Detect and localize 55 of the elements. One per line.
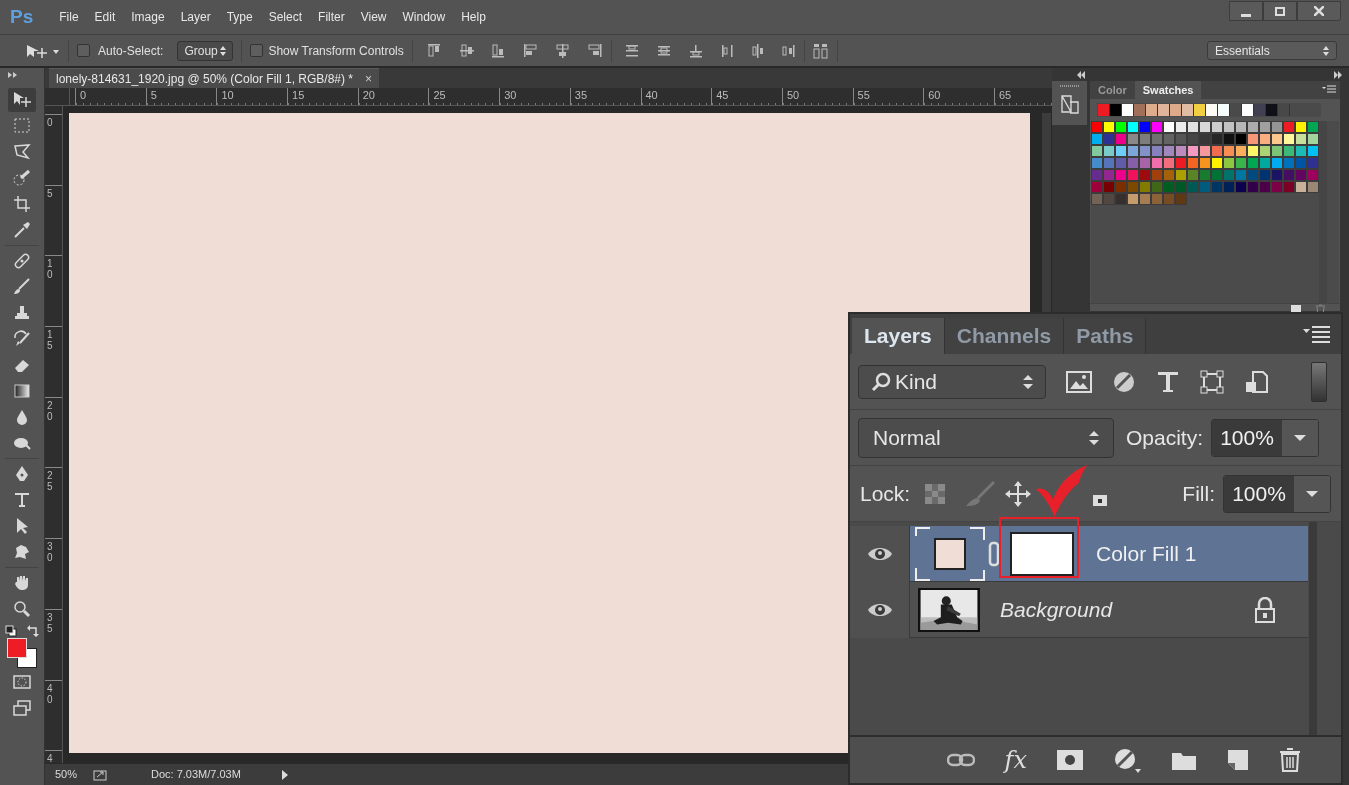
ruler-label: 10	[47, 258, 54, 281]
ruler-label: 35	[573, 88, 589, 102]
panel-tab[interactable]: Layers	[852, 318, 945, 354]
target-dropdown[interactable]: Group	[177, 40, 234, 61]
layer-row[interactable]: Background	[850, 582, 1308, 638]
lock-label: Lock:	[860, 480, 911, 507]
ruler-label: 5	[47, 187, 54, 199]
close-tab-button[interactable]: ×	[365, 69, 373, 88]
ruler-label: 20	[47, 399, 54, 422]
menu-item[interactable]: Image	[123, 5, 173, 29]
ruler-label: 20	[361, 88, 376, 102]
ruler-label: 60	[927, 88, 942, 102]
menu-item[interactable]: View	[352, 5, 395, 29]
menu-item[interactable]: Edit	[86, 5, 124, 29]
layer-style-button[interactable]: fx	[1004, 748, 1027, 772]
ruler-label: 0	[79, 88, 88, 102]
app-logo: Ps	[10, 4, 34, 29]
panel-tab[interactable]: Swatches	[1134, 81, 1202, 99]
transform-controls-label: Show Transform Controls	[268, 42, 404, 60]
ruler-label: 25	[432, 88, 447, 102]
menu-item[interactable]: Filter	[310, 5, 353, 29]
menu-item[interactable]: Layer	[172, 5, 219, 29]
layer-row[interactable]: Color Fill 1	[850, 526, 1308, 582]
ruler-label: 55	[856, 88, 871, 102]
ruler-label: 65	[997, 88, 1013, 102]
menu-item[interactable]: Select	[260, 5, 311, 29]
filter-kind-dropdown[interactable]: Kind	[858, 364, 1046, 399]
menu-item[interactable]: Help	[453, 5, 494, 29]
ruler-label: 15	[291, 88, 306, 102]
ruler-label: 15	[47, 329, 54, 352]
ruler-label: 5	[149, 88, 158, 102]
zoom-level[interactable]: 50%	[55, 766, 93, 783]
ruler-label: 40	[644, 88, 659, 102]
workspace-dropdown[interactable]: Essentials	[1207, 41, 1337, 60]
ruler-label: 45	[715, 88, 730, 102]
ruler-label: 4	[47, 753, 54, 763]
blend-mode-dropdown[interactable]: Normal	[858, 417, 1114, 458]
layer-name[interactable]: Color Fill 1	[1096, 537, 1197, 570]
ruler-label: 40	[47, 682, 54, 705]
ruler-label: 25	[47, 470, 54, 493]
document-size: Doc: 7.03M/7.03M	[151, 767, 242, 783]
layer-name[interactable]: Background	[1000, 593, 1113, 626]
menu-item[interactable]: Type	[218, 5, 261, 29]
ruler-label: 0	[47, 117, 54, 128]
menu-item[interactable]: Window	[394, 5, 454, 29]
document-tab[interactable]: lonely-814631_1920.jpg @ 50% (Color Fill 1, RGB/8#) * ×	[49, 68, 380, 88]
ruler-label: 10	[220, 88, 235, 102]
ruler-label: 35	[47, 611, 54, 634]
fill-label: Fill:	[1182, 480, 1215, 507]
opacity-label: Opacity:	[1126, 424, 1204, 451]
ruler-label: 30	[47, 541, 54, 564]
ruler-label: 50	[785, 88, 801, 102]
menu-item[interactable]: File	[51, 5, 87, 29]
ruler-label: 30	[503, 88, 518, 102]
auto-select-label: Auto-Select:	[98, 42, 164, 60]
